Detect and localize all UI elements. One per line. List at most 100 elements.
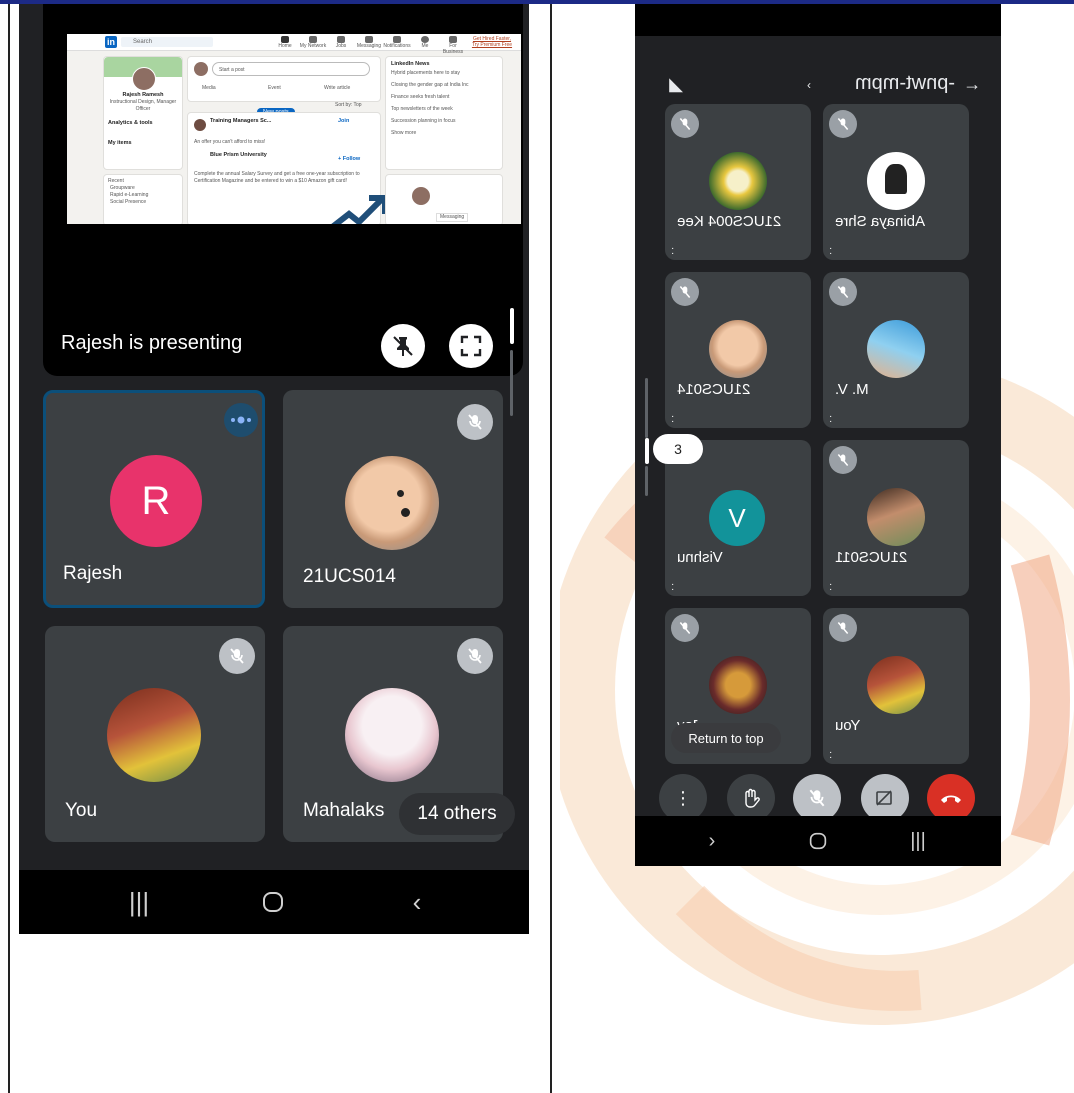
android-nav-bar: › |||: [635, 816, 1001, 866]
tile-menu-icon[interactable]: · ·: [829, 244, 832, 259]
nav-jobs: Jobs: [327, 36, 355, 49]
ad-card: Messaging: [385, 174, 503, 224]
poster-avatar: [194, 62, 208, 76]
participant-tile-rajesh[interactable]: R Rajesh: [43, 390, 265, 608]
recent-apps-icon[interactable]: |||: [109, 870, 169, 934]
participant-name: 21UCS014: [303, 566, 396, 587]
meeting-code: -pnwt-mpm: [854, 72, 955, 94]
participant-tile-21ucs014[interactable]: 21UCS014 · ·: [665, 272, 811, 428]
scrollbar-thumb[interactable]: [510, 308, 514, 344]
post-author-avatar: [194, 119, 206, 131]
scrollbar-track[interactable]: [510, 350, 513, 416]
participant-name: 21UCS004 Kee: [677, 213, 782, 230]
media-action: Media: [202, 85, 216, 91]
speaking-indicator-icon: [224, 403, 258, 437]
post-offer-text: An offer you can't afford to miss!: [194, 139, 266, 145]
back-arrow-icon[interactable]: ←: [963, 74, 981, 95]
messaging-bar: Messaging: [436, 213, 469, 222]
profile-avatar: [132, 67, 156, 91]
recent-apps-icon[interactable]: |||: [903, 816, 933, 866]
dropdown-chevron-icon[interactable]: ›: [807, 78, 811, 92]
start-post-card: Start a post Media Event Write article: [187, 56, 381, 102]
news-item: Top newsletters of the week: [391, 106, 453, 112]
presenting-label: Rajesh is presenting: [61, 332, 243, 354]
survey-text: Complete the annual Salary Survey and ge…: [194, 171, 360, 184]
participant-name: M. V.: [835, 381, 869, 398]
back-icon[interactable]: ›: [697, 816, 727, 866]
show-more-link: Show more: [391, 130, 417, 136]
tile-menu-icon[interactable]: · ·: [671, 580, 674, 595]
meet-screen-left: in Search Home My Network Jobs Messaging…: [19, 4, 529, 934]
nav-network: My Network: [299, 36, 327, 49]
tile-menu-icon[interactable]: · ·: [671, 412, 674, 427]
nav-me: Me: [411, 36, 439, 49]
news-item: Succession planning in focus: [391, 118, 456, 124]
post-group-title: Training Managers Sc...: [210, 118, 272, 124]
profile-card: Rajesh Ramesh Instructional Design, Mana…: [103, 56, 183, 170]
nav-notifications: Notifications: [383, 36, 411, 49]
tile-label-mirrored: 21UCS011: [823, 440, 969, 596]
participant-tile-abinaya[interactable]: Abinaya Shre · ·: [823, 104, 969, 260]
mic-off-icon: [219, 638, 255, 674]
page-center-divider: [550, 4, 552, 1093]
participant-name: 21UCS014: [677, 381, 751, 398]
end-call-icon: [941, 795, 961, 803]
news-item: Closing the gender gap at India Inc: [391, 82, 469, 88]
participant-tile-mv[interactable]: M. V. · ·: [823, 272, 969, 428]
linkedin-search-input: Search: [121, 37, 213, 47]
tile-menu-icon[interactable]: · ·: [829, 580, 832, 595]
back-icon[interactable]: ‹: [387, 870, 447, 934]
status-bar: [635, 4, 1001, 36]
more-options-button[interactable]: ⋮: [659, 774, 707, 822]
tile-label-mirrored: M. V.: [823, 272, 969, 428]
linkedin-logo-icon: in: [105, 36, 117, 48]
sort-by: Sort by: Top: [335, 102, 362, 108]
linkedin-navbar: in Search Home My Network Jobs Messaging…: [67, 34, 521, 55]
news-title: LinkedIn News: [391, 61, 430, 67]
my-items-label: My items: [108, 140, 132, 146]
meeting-header: ← -pnwt-mpm › ◢: [635, 64, 1001, 108]
participant-name: Mahalaks: [303, 800, 385, 821]
start-post-input: Start a post: [212, 62, 370, 76]
news-card: LinkedIn News Hybrid placements here to …: [385, 56, 503, 170]
scrollbar-track[interactable]: [645, 378, 648, 438]
mic-off-icon: [457, 404, 493, 440]
tile-menu-icon[interactable]: · ·: [829, 748, 832, 763]
speaker-icon[interactable]: ◢: [669, 74, 683, 95]
tile-menu-icon[interactable]: · ·: [671, 244, 674, 259]
others-count-button[interactable]: 14 others: [399, 793, 515, 835]
home-icon[interactable]: [243, 870, 303, 934]
scroll-position-badge: 3: [653, 434, 703, 464]
participant-tile-21ucs011[interactable]: 21UCS011 · ·: [823, 440, 969, 596]
participant-tile-21ucs014[interactable]: 21UCS014: [283, 390, 503, 608]
shared-screen-content: in Search Home My Network Jobs Messaging…: [67, 34, 521, 224]
join-link: Join: [338, 118, 350, 124]
raise-hand-button[interactable]: [727, 774, 775, 822]
return-to-top-button[interactable]: Return to top: [671, 723, 781, 753]
fullscreen-button[interactable]: [449, 324, 493, 368]
more-options-icon: ⋮: [674, 787, 692, 808]
tile-label-mirrored: 21UCS014: [665, 272, 811, 428]
camera-toggle-button[interactable]: [861, 774, 909, 822]
scrollbar-track[interactable]: [645, 466, 648, 496]
participant-tile-you[interactable]: You: [45, 626, 265, 842]
write-article-action: Write article: [324, 85, 351, 91]
tile-label-mirrored: 21UCS004 Kee: [665, 104, 811, 260]
home-icon[interactable]: [803, 816, 833, 866]
tile-label-mirrored: You: [823, 608, 969, 764]
recent-item: Groupware: [110, 185, 135, 191]
raise-hand-icon: [745, 788, 760, 808]
unpin-button[interactable]: [381, 324, 425, 368]
ad-avatar: [412, 187, 430, 205]
tile-menu-icon[interactable]: · ·: [829, 412, 832, 427]
follow-link: + Follow: [338, 156, 361, 162]
participant-tile-you[interactable]: You · ·: [823, 608, 969, 764]
news-item: Hybrid placements here to stay: [391, 70, 460, 76]
participant-tile-21ucs004[interactable]: 21UCS004 Kee · ·: [665, 104, 811, 260]
scrollbar-thumb[interactable]: [645, 438, 649, 464]
mic-toggle-button[interactable]: [793, 774, 841, 822]
trend-arrow-icon: [331, 195, 388, 224]
mic-off-icon: [809, 789, 825, 807]
analytics-label: Analytics & tools: [108, 120, 153, 126]
end-call-button[interactable]: [927, 774, 975, 822]
